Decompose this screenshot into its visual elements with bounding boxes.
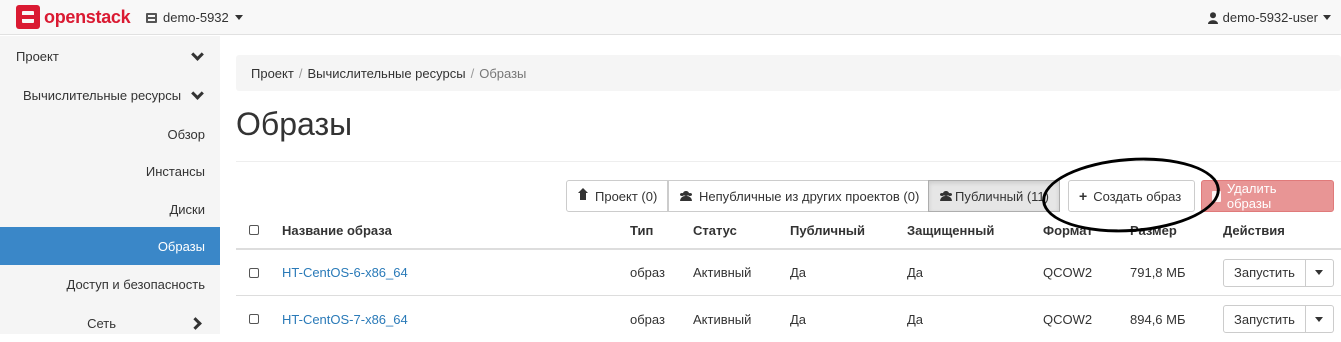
plus-icon: + — [1079, 188, 1088, 204]
table-row: HT-CentOS-6-x86_64 образ Активный Да Да … — [236, 248, 1341, 295]
filter-shared-label: Непубличные из других проектов (0) — [699, 188, 920, 204]
filter-project-button[interactable]: Проект (0) — [566, 180, 669, 212]
breadcrumb: Проект / Вычислительные ресурсы / Образы — [236, 55, 1341, 91]
sidebar-item-label: Обзор — [167, 126, 205, 142]
image-type: образ — [630, 265, 665, 280]
brand-logo-link[interactable]: openstack — [16, 5, 131, 29]
user-menu[interactable]: demo-5932-user — [1207, 10, 1331, 25]
caret-down-icon — [1315, 270, 1324, 275]
header-protected[interactable]: Защищенный — [907, 212, 994, 248]
caret-down-icon — [1315, 316, 1324, 322]
users-icon — [939, 191, 952, 201]
filter-public-label: Публичный (11) — [954, 188, 1049, 204]
delete-images-button[interactable]: Удалить образы — [1201, 180, 1334, 212]
image-public: Да — [790, 265, 807, 280]
project-name: demo-5932 — [163, 10, 229, 25]
row-actions: Запустить — [1223, 296, 1334, 342]
sidebar-item-label: Вычислительные ресурсы — [23, 87, 182, 103]
header-type[interactable]: Тип — [630, 212, 653, 248]
sidebar-item-project[interactable]: Проект — [0, 37, 220, 75]
header-format[interactable]: Формат — [1043, 212, 1093, 248]
row-checkbox[interactable] — [249, 314, 259, 324]
row-select-cell — [249, 296, 259, 342]
create-image-label: Создать образ — [1093, 188, 1182, 204]
filter-project-label: Проект (0) — [595, 188, 658, 204]
header-actions: Действия — [1223, 222, 1285, 238]
image-size: 894,6 МБ — [1130, 311, 1186, 327]
user-name: demo-5932-user — [1222, 10, 1318, 25]
openstack-logo-icon — [16, 5, 40, 29]
breadcrumb-item-project[interactable]: Проект — [251, 66, 294, 81]
launch-button-group: Запустить — [1223, 258, 1334, 287]
sidebar-item-label: Доступ и безопасность — [66, 276, 206, 292]
create-image-button[interactable]: + Создать образ — [1068, 180, 1195, 212]
sidebar-item-label: Проект — [16, 48, 59, 64]
image-protected: Да — [907, 265, 924, 280]
sidebar-item-instances[interactable]: Инстансы — [0, 152, 220, 190]
page-title: Образы — [236, 106, 353, 142]
row-checkbox[interactable] — [249, 267, 259, 278]
filter-public-button[interactable]: Публичный (11) — [928, 180, 1060, 212]
actions-dropdown-toggle[interactable] — [1305, 305, 1334, 333]
image-status: Активный — [693, 265, 752, 280]
sidebar-item-access-security[interactable]: Доступ и безопасность — [0, 265, 220, 303]
top-navbar: openstack demo-5932 demo-5932-user — [0, 0, 1341, 35]
header-size[interactable]: Размер — [1130, 212, 1177, 248]
sidebar-item-overview[interactable]: Обзор — [0, 115, 220, 153]
image-public: Да — [790, 311, 807, 327]
tray-icon — [146, 12, 157, 23]
header-status[interactable]: Статус — [693, 212, 737, 248]
chevron-right-icon — [189, 317, 202, 330]
select-all-checkbox[interactable] — [249, 225, 259, 235]
sidebar-item-network[interactable]: Сеть — [0, 304, 220, 342]
header-public[interactable]: Публичный — [790, 212, 865, 248]
trash-icon — [1212, 190, 1221, 202]
image-size: 791,8 МБ — [1130, 265, 1186, 280]
sidebar-item-compute[interactable]: Вычислительные ресурсы — [0, 76, 220, 114]
user-icon — [1207, 11, 1218, 24]
sidebar: Проект Вычислительные ресурсы Обзор Инст… — [0, 36, 220, 334]
filter-shared-button[interactable]: Непубличные из других проектов (0) — [668, 180, 931, 212]
image-format: QCOW2 — [1043, 311, 1093, 327]
breadcrumb-item-compute[interactable]: Вычислительные ресурсы — [307, 66, 465, 81]
image-format: QCOW2 — [1043, 265, 1093, 280]
sidebar-item-images[interactable]: Образы — [0, 227, 220, 265]
breadcrumb-item-images: Образы — [479, 65, 527, 81]
home-icon — [577, 188, 589, 201]
launch-button[interactable]: Запустить — [1223, 258, 1306, 287]
divider — [236, 161, 1341, 162]
caret-down-icon — [1323, 15, 1331, 20]
image-protected: Да — [907, 311, 924, 327]
launch-button-group: Запустить — [1223, 305, 1334, 333]
breadcrumb-separator: / — [470, 65, 475, 81]
sidebar-item-label: Диски — [169, 201, 205, 217]
sidebar-item-volumes[interactable]: Диски — [0, 190, 220, 228]
sidebar-item-label: Инстансы — [145, 163, 205, 179]
table-row: HT-CentOS-7-x86_64 образ Активный Да Да … — [236, 295, 1341, 342]
image-type: образ — [630, 311, 665, 327]
header-name[interactable]: Название образа — [282, 212, 392, 248]
table-header-row: Название образа Тип Статус Публичный Защ… — [236, 212, 1341, 248]
breadcrumb-separator: / — [298, 65, 303, 81]
launch-button[interactable]: Запустить — [1223, 305, 1306, 333]
sidebar-item-label: Образы — [157, 238, 205, 254]
image-status: Активный — [693, 311, 752, 327]
sidebar-item-label: Сеть — [87, 315, 116, 331]
chevron-down-icon — [191, 48, 204, 61]
project-switcher[interactable]: demo-5932 — [146, 10, 243, 25]
brand-name: openstack — [44, 6, 131, 27]
actions-dropdown-toggle[interactable] — [1305, 258, 1334, 287]
row-select-cell — [249, 250, 259, 295]
image-name-link[interactable]: HT-CentOS-7-x86_64 — [282, 296, 408, 342]
delete-images-label: Удалить образы — [1226, 181, 1277, 211]
caret-down-icon — [234, 15, 243, 20]
select-all-cell — [249, 212, 259, 248]
image-name-link[interactable]: HT-CentOS-6-x86_64 — [282, 250, 408, 295]
row-actions: Запустить — [1223, 250, 1334, 295]
chevron-down-icon — [191, 87, 204, 100]
users-icon — [679, 191, 693, 201]
